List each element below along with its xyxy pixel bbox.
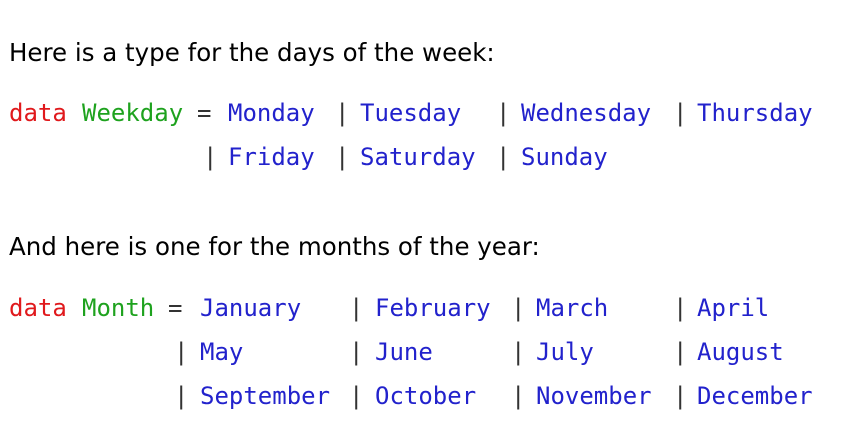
weekday-line-1: data Weekday = Monday | Tuesday | Wednes… [0,98,852,128]
bar-separator: | [335,99,350,127]
type-name: Month [82,294,155,322]
equals-sign: = [197,99,212,127]
type-name: Weekday [82,99,184,127]
constructor: January [200,294,302,322]
bar-separator: | [511,338,526,366]
bar-separator: | [349,382,364,410]
constructor: Monday [228,99,315,127]
bar-separator: | [496,99,511,127]
constructor: November [536,382,652,410]
constructor: May [200,338,244,366]
bar-separator: | [511,382,526,410]
bar-separator: | [496,143,511,171]
bar-separator: | [511,294,526,322]
constructor: Saturday [360,143,476,171]
bar-separator: | [174,382,189,410]
month-line-3: | September | October | November | Decem… [0,381,852,411]
constructor: February [375,294,491,322]
data-keyword: data [9,99,67,127]
month-line-2: | May | June | July | August [0,337,852,367]
bar-separator: | [673,382,688,410]
equals-sign: = [168,294,183,322]
constructor: Friday [228,143,315,171]
constructor: December [697,382,813,410]
bar-separator: | [673,99,688,127]
bar-separator: | [349,338,364,366]
constructor: Wednesday [521,99,652,127]
bar-separator: | [174,338,189,366]
bar-separator: | [349,294,364,322]
month-intro-text: And here is one for the months of the ye… [9,232,540,261]
constructor: March [536,294,609,322]
bar-separator: | [335,143,350,171]
constructor: September [200,382,331,410]
constructor: August [697,338,784,366]
bar-separator: | [203,143,218,171]
bar-separator: | [673,338,688,366]
weekday-line-2: | Friday | Saturday | Sunday [0,142,852,172]
constructor: October [375,382,477,410]
constructor: April [697,294,770,322]
constructor: Thursday [697,99,813,127]
month-line-1: data Month = January | February | March … [0,293,852,323]
constructor: July [536,338,594,366]
weekday-intro-text: Here is a type for the days of the week: [9,38,495,67]
constructor: Sunday [521,143,608,171]
data-keyword: data [9,294,67,322]
bar-separator: | [673,294,688,322]
constructor: June [375,338,433,366]
constructor: Tuesday [360,99,462,127]
